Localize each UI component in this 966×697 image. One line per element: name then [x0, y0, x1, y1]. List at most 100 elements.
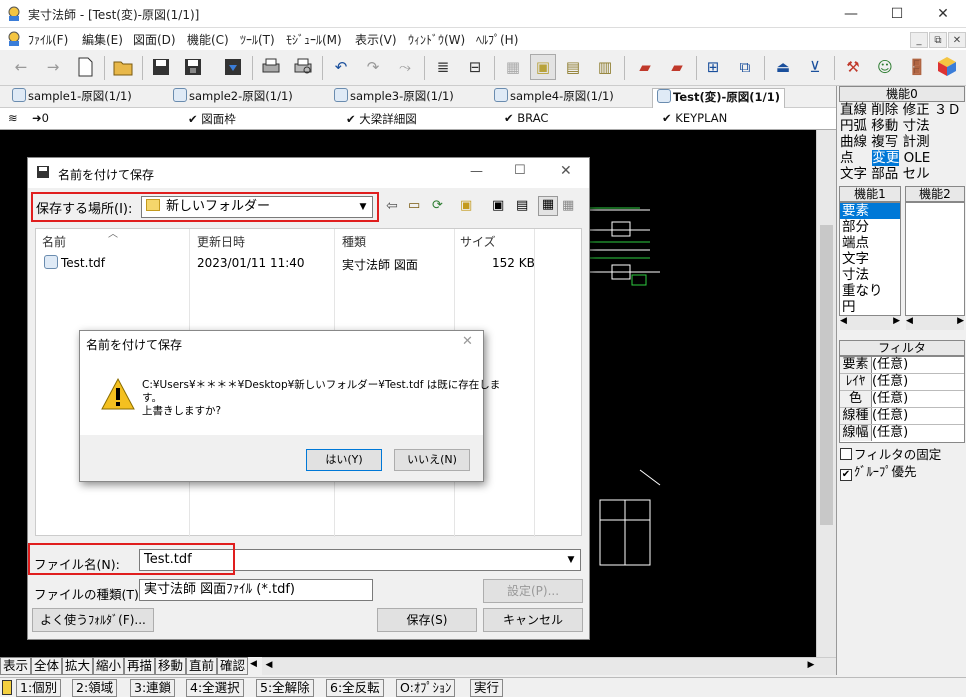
func-dimension[interactable]: 寸法 — [903, 118, 930, 134]
view-thumbnails-icon[interactable]: ▦ — [562, 198, 574, 213]
forward-arrow-icon[interactable]: → — [40, 54, 66, 80]
column-type[interactable]: 種類 — [342, 233, 366, 250]
new-file-icon[interactable] — [72, 54, 98, 80]
func1-item[interactable]: 重なり — [840, 283, 900, 299]
layer-item-frame[interactable]: ✔ 図面枠 — [188, 111, 236, 127]
grip-box-2-icon[interactable]: ▥ — [592, 54, 618, 80]
func1-item[interactable]: 端点 — [840, 235, 900, 251]
open-folder-icon[interactable] — [110, 54, 136, 80]
select-all-button[interactable]: 4:全選択 — [186, 679, 244, 697]
tab-sample1[interactable]: sample1-原図(1/1) — [12, 88, 132, 108]
filter-row[interactable]: 線種 (任意) — [840, 408, 964, 425]
save-icon[interactable] — [148, 54, 174, 80]
cancel-button[interactable]: キャンセル — [483, 608, 583, 632]
select-chain-button[interactable]: 3:連鎖 — [130, 679, 176, 697]
tab-sample3[interactable]: sample3-原図(1/1) — [334, 88, 454, 108]
repeat-icon[interactable]: ⤳ — [392, 54, 418, 80]
red-save-2-icon[interactable]: ▰ — [664, 54, 690, 80]
filter-row[interactable]: 線幅 (任意) — [840, 425, 964, 442]
func-line[interactable]: 直線 — [840, 102, 867, 118]
filter-row[interactable]: ﾚｲﾔ (任意) — [840, 374, 964, 391]
undo-icon[interactable]: ↶ — [328, 54, 354, 80]
cmd-scroll-left-icon[interactable]: ◀ — [250, 659, 257, 669]
layer-item-beam[interactable]: ✔ 大梁詳細図 — [346, 111, 417, 127]
func1-item[interactable]: 部分 — [840, 219, 900, 235]
func-copy[interactable]: 複写 — [871, 134, 898, 150]
yes-button[interactable]: はい(Y) — [306, 449, 382, 471]
func1-item[interactable]: 寸法 — [840, 267, 900, 283]
menu-function[interactable]: 機能(C) — [187, 31, 229, 48]
exit-door-icon[interactable]: 🚪 — [904, 54, 930, 80]
window-tree-icon[interactable]: ⧉ — [732, 54, 758, 80]
fill-box-icon[interactable]: ▣ — [530, 54, 556, 80]
layer-item-keyplan[interactable]: ✔ KEYPLAN — [662, 111, 727, 125]
tab-sample2[interactable]: sample2-原図(1/1) — [173, 88, 293, 108]
func-point[interactable]: 点 — [840, 150, 868, 166]
column-modified[interactable]: 更新日時 — [197, 233, 245, 250]
print-preview-icon[interactable] — [290, 54, 316, 80]
layer-stack-icon[interactable]: ≋ — [8, 111, 18, 125]
func-3d[interactable]: ３Ｄ — [934, 102, 961, 118]
maximize-button[interactable]: ☐ — [874, 0, 920, 28]
back-arrow-icon[interactable]: ← — [8, 54, 34, 80]
menu-drawing[interactable]: 図面(D) — [133, 31, 176, 48]
filter-row[interactable]: 色 (任意) — [840, 391, 964, 408]
func-change[interactable]: 変更 — [872, 150, 900, 166]
export-icon[interactable] — [220, 54, 246, 80]
func-move[interactable]: 移動 — [871, 118, 898, 134]
func1-item[interactable]: 要素 — [840, 203, 900, 219]
filter-row[interactable]: 要素 (任意) — [840, 357, 964, 374]
menu-help[interactable]: ﾍﾙﾌﾟ(H) — [476, 31, 518, 48]
func-cell[interactable]: セル — [903, 166, 930, 182]
func1-item[interactable]: 文字 — [840, 251, 900, 267]
invert-selection-button[interactable]: 6:全反転 — [326, 679, 384, 697]
layer-icon[interactable]: ≣ — [430, 54, 456, 80]
chevron-down-icon[interactable]: ▼ — [564, 553, 578, 567]
file-row[interactable]: Test.tdf 2023/01/11 11:40 実寸法師 図面 152 KB — [36, 253, 581, 273]
cmd-previous[interactable]: 直前 — [186, 657, 217, 675]
dialog-close-button[interactable]: ✕ — [560, 163, 572, 179]
func2-scrollbar[interactable]: ◀ ▶ — [906, 316, 964, 330]
settings-button[interactable]: 設定(P)... — [483, 579, 583, 603]
no-button[interactable]: いいえ(N) — [394, 449, 470, 471]
column-name[interactable]: 名前 — [42, 233, 66, 250]
func-delete[interactable]: 削除 — [871, 102, 898, 118]
scroll-right-arrow-icon[interactable]: ▶ — [804, 660, 818, 674]
window-grid-icon[interactable]: ⊞ — [700, 54, 726, 80]
upload-icon[interactable]: ⏏ — [770, 54, 796, 80]
cmd-display[interactable]: 表示 — [0, 657, 31, 675]
dialog-minimize-button[interactable]: — — [470, 164, 483, 179]
color-cube-icon[interactable] — [934, 54, 960, 80]
view-large-icon[interactable]: ▣ — [492, 198, 504, 213]
options-button[interactable]: O:ｵﾌﾟｼｮﾝ — [396, 679, 456, 697]
cmd-confirm[interactable]: 確認 — [217, 657, 248, 675]
save-button[interactable]: 保存(S) — [377, 608, 477, 632]
cmd-zoom-out[interactable]: 縮小 — [93, 657, 124, 675]
menu-tools[interactable]: ﾂｰﾙ(T) — [240, 31, 275, 48]
func1-list[interactable]: 要素 部分 端点 文字 寸法 重なり 円 — [839, 202, 901, 316]
cmd-redraw[interactable]: 再描 — [124, 657, 155, 675]
func1-scrollbar[interactable]: ◀ ▶ — [840, 316, 900, 330]
print-icon[interactable] — [258, 54, 284, 80]
current-layer[interactable]: ➜0 — [32, 111, 49, 125]
hammer-icon[interactable]: ⚒ — [840, 54, 866, 80]
download-icon[interactable]: ⊻ — [802, 54, 828, 80]
minimize-button[interactable]: — — [828, 0, 874, 28]
select-single-button[interactable]: 1:個別 — [16, 679, 62, 697]
layer-item-brac[interactable]: ✔ BRAC — [504, 111, 548, 125]
cmd-fit-all[interactable]: 全体 — [31, 657, 62, 675]
up-folder-icon[interactable]: ▭ — [408, 198, 420, 213]
cmd-zoom-in[interactable]: 拡大 — [62, 657, 93, 675]
tab-sample4[interactable]: sample4-原図(1/1) — [494, 88, 614, 108]
vertical-scrollbar[interactable] — [816, 130, 836, 657]
gray-box-icon[interactable]: ▦ — [500, 54, 526, 80]
refresh-icon[interactable]: ⟳ — [432, 198, 443, 213]
grip-box-icon[interactable]: ▤ — [560, 54, 586, 80]
horizontal-scrollbar[interactable]: ◀ ▶ — [262, 657, 836, 675]
cmd-pan[interactable]: 移動 — [155, 657, 186, 675]
scroll-left-arrow-icon[interactable]: ◀ — [262, 660, 276, 674]
view-list-icon[interactable]: ▤ — [516, 198, 528, 213]
red-save-icon[interactable]: ▰ — [632, 54, 658, 80]
func-part[interactable]: 部品 — [871, 166, 898, 182]
align-icon[interactable]: ⊟ — [462, 54, 488, 80]
